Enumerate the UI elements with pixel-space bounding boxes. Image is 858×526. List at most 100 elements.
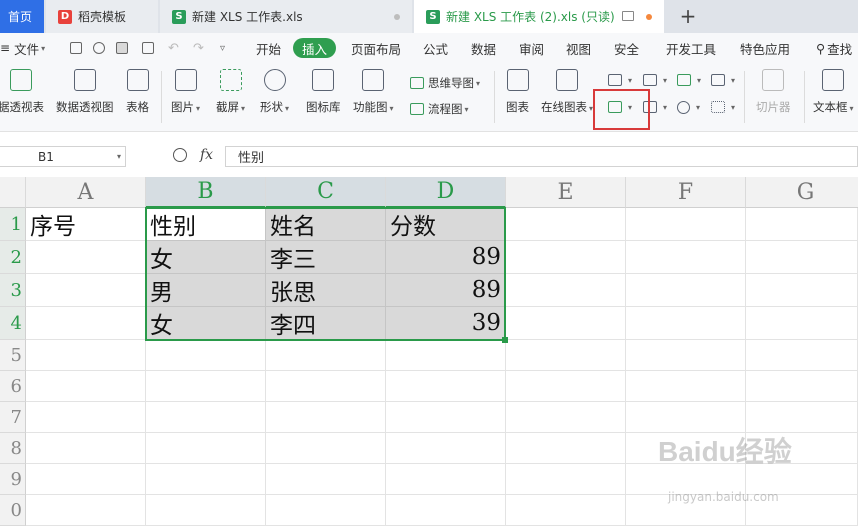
cell-D5[interactable] xyxy=(386,340,506,371)
shape-button[interactable]: 形状 ▾ xyxy=(260,69,289,115)
cell-A6[interactable] xyxy=(26,371,146,402)
tab-docer-templates[interactable]: D 稻壳模板 xyxy=(46,0,158,33)
menu-formulas[interactable]: 公式 xyxy=(423,33,448,63)
column-header-F[interactable]: F xyxy=(626,177,746,208)
cell-G1[interactable] xyxy=(746,208,858,241)
cell-B1[interactable]: 性别 xyxy=(146,208,266,241)
redo-icon[interactable]: ↷ xyxy=(193,33,204,63)
column-header-C[interactable]: C xyxy=(266,177,386,208)
slicer-button[interactable]: 切片器 xyxy=(756,69,791,115)
cell-A4[interactable] xyxy=(26,307,146,340)
column-header-D[interactable]: D xyxy=(386,177,506,208)
radar-chart-button[interactable]: ▾ xyxy=(711,74,735,86)
cell-B5[interactable] xyxy=(146,340,266,371)
print-icon[interactable] xyxy=(116,42,128,54)
icon-library-button[interactable]: 图标库 xyxy=(306,69,341,115)
online-chart-button[interactable]: 在线图表 ▾ xyxy=(541,69,593,115)
cell-G6[interactable] xyxy=(746,371,858,402)
cell-G7[interactable] xyxy=(746,402,858,433)
cell-C8[interactable] xyxy=(266,433,386,464)
menu-developer[interactable]: 开发工具 xyxy=(666,33,716,63)
window-icon[interactable] xyxy=(622,11,634,21)
flowchart-button[interactable]: 流程图 ▾ xyxy=(410,101,469,117)
cell-C6[interactable] xyxy=(266,371,386,402)
fx-icon[interactable]: fx xyxy=(200,147,213,163)
menu-file[interactable]: ≡ 文件 ▾ xyxy=(0,33,45,63)
cell-F6[interactable] xyxy=(626,371,746,402)
row-header-6[interactable]: 6 xyxy=(0,371,26,402)
quick-access-more-icon[interactable]: ▿ xyxy=(220,33,225,63)
cell-E4[interactable] xyxy=(506,307,626,340)
cell-F5[interactable] xyxy=(626,340,746,371)
cell-E10[interactable] xyxy=(506,495,626,526)
cell-F4[interactable] xyxy=(626,307,746,340)
pie-chart-button[interactable]: ▾ xyxy=(677,101,700,114)
cell-E2[interactable] xyxy=(506,241,626,274)
cell-B6[interactable] xyxy=(146,371,266,402)
row-header-4[interactable]: 4 xyxy=(0,307,26,340)
formula-input[interactable]: 性别 xyxy=(225,146,858,167)
mindmap-button[interactable]: 思维导图 ▾ xyxy=(410,75,480,91)
cell-A8[interactable] xyxy=(26,433,146,464)
cell-D8[interactable] xyxy=(386,433,506,464)
cell-F1[interactable] xyxy=(626,208,746,241)
cell-D10[interactable] xyxy=(386,495,506,526)
menu-review[interactable]: 审阅 xyxy=(519,33,544,63)
select-all-corner[interactable] xyxy=(0,177,26,208)
row-header-3[interactable]: 3 xyxy=(0,274,26,307)
cell-C5[interactable] xyxy=(266,340,386,371)
menu-search[interactable]: ⚲ 查找 xyxy=(816,33,852,63)
cell-D9[interactable] xyxy=(386,464,506,495)
picture-button[interactable]: 图片 ▾ xyxy=(171,69,200,115)
cell-B2[interactable]: 女 xyxy=(146,241,266,274)
cell-A7[interactable] xyxy=(26,402,146,433)
cell-D6[interactable] xyxy=(386,371,506,402)
format-painter-icon[interactable] xyxy=(93,42,105,54)
cell-C7[interactable] xyxy=(266,402,386,433)
cell-A5[interactable] xyxy=(26,340,146,371)
function-chart-button[interactable]: 功能图 ▾ xyxy=(353,69,394,115)
cell-C3[interactable]: 张思 xyxy=(266,274,386,307)
cell-C10[interactable] xyxy=(266,495,386,526)
row-header-8[interactable]: 8 xyxy=(0,433,26,464)
bar-chart-button[interactable]: ▾ xyxy=(643,74,667,86)
cell-D4[interactable]: 39 xyxy=(386,307,506,340)
new-tab-button[interactable]: + xyxy=(678,4,698,28)
cell-B8[interactable] xyxy=(146,433,266,464)
cell-E7[interactable] xyxy=(506,402,626,433)
row-header-9[interactable]: 9 xyxy=(0,464,26,495)
undo-icon[interactable]: ↶ xyxy=(168,33,179,63)
row-header-10[interactable]: 0 xyxy=(0,495,26,526)
cell-A10[interactable] xyxy=(26,495,146,526)
cell-B4[interactable]: 女 xyxy=(146,307,266,340)
cell-C2[interactable]: 李三 xyxy=(266,241,386,274)
tab-workbook-1[interactable]: S 新建 XLS 工作表.xls xyxy=(160,0,412,33)
cell-D7[interactable] xyxy=(386,402,506,433)
cell-D2[interactable]: 89 xyxy=(386,241,506,274)
row-header-2[interactable]: 2 xyxy=(0,241,26,274)
column-header-E[interactable]: E xyxy=(506,177,626,208)
cell-B9[interactable] xyxy=(146,464,266,495)
cell-F7[interactable] xyxy=(626,402,746,433)
menu-view[interactable]: 视图 xyxy=(566,33,591,63)
cell-E6[interactable] xyxy=(506,371,626,402)
menu-special[interactable]: 特色应用 xyxy=(740,33,790,63)
chart-button[interactable]: 图表 xyxy=(506,69,529,115)
row-header-7[interactable]: 7 xyxy=(0,402,26,433)
cell-B10[interactable] xyxy=(146,495,266,526)
cell-D1[interactable]: 分数 xyxy=(386,208,506,241)
pivot-table-button[interactable]: 据透视表 xyxy=(0,69,44,115)
cell-A9[interactable] xyxy=(26,464,146,495)
cell-G2[interactable] xyxy=(746,241,858,274)
menu-security[interactable]: 安全 xyxy=(614,33,639,63)
column-chart-button[interactable]: ▾ xyxy=(608,74,632,86)
cell-E8[interactable] xyxy=(506,433,626,464)
pivot-chart-button[interactable]: 数据透视图 xyxy=(56,69,114,115)
textbox-button[interactable]: 文本框 ▾ xyxy=(813,69,854,115)
screenshot-button[interactable]: 截屏 ▾ xyxy=(216,69,245,115)
cell-E5[interactable] xyxy=(506,340,626,371)
cell-F3[interactable] xyxy=(626,274,746,307)
table-button[interactable]: 表格 xyxy=(126,69,149,115)
column-header-B[interactable]: B xyxy=(146,177,266,208)
cell-G4[interactable] xyxy=(746,307,858,340)
